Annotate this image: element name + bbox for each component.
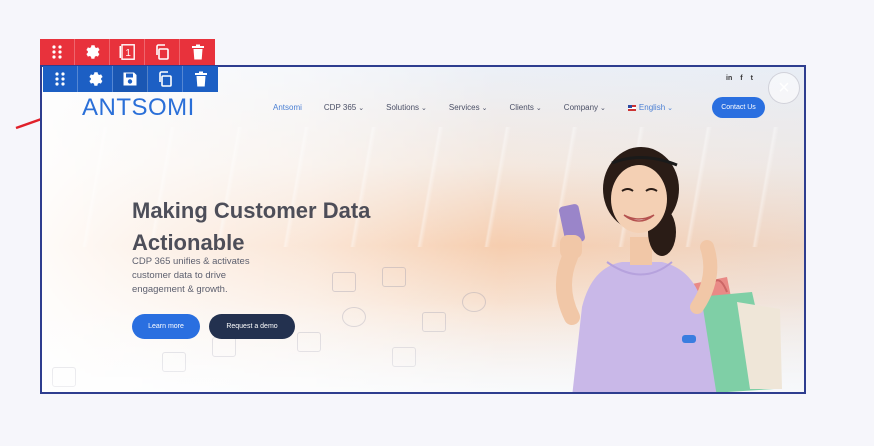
row-toolbar <box>43 66 218 92</box>
chevron-down-icon: ⌄ <box>421 105 427 112</box>
decorative-cart-icon <box>422 312 446 332</box>
nav-item-solutions[interactable]: Solutions ⌄ <box>386 103 427 112</box>
copy-icon[interactable] <box>148 66 183 92</box>
us-flag-icon <box>627 104 636 111</box>
hero-woman-image <box>555 147 782 392</box>
chevron-down-icon: ⌄ <box>481 105 488 112</box>
save-icon[interactable] <box>113 66 148 92</box>
twitter-icon[interactable]: t <box>751 75 753 82</box>
hero-subtext: CDP 365 unifies & activates customer dat… <box>132 256 250 295</box>
request-demo-button[interactable]: Request a demo <box>209 314 295 339</box>
nav-item-services[interactable]: Services ⌄ <box>449 103 488 112</box>
trash-icon[interactable] <box>180 39 215 65</box>
trash-icon[interactable] <box>183 66 218 92</box>
hero-section[interactable]: in f t × ANTSOMI Antsomi CDP 365 ⌄ Soluti… <box>40 65 806 394</box>
chevron-down-icon: ⌄ <box>600 105 606 112</box>
slide-number-label: 1 <box>125 48 131 59</box>
nav-item-antsomi[interactable]: Antsomi <box>273 103 302 112</box>
close-icon[interactable]: × <box>768 72 800 104</box>
decorative-home-icon <box>162 352 186 372</box>
nav-label: Company <box>563 103 599 112</box>
decorative-lock-icon <box>297 332 321 352</box>
slide-number-icon[interactable]: 1 <box>110 39 145 65</box>
nav-label: Antsomi <box>273 103 302 112</box>
learn-more-button[interactable]: Learn more <box>132 314 200 339</box>
nav-label: CDP 365 <box>323 103 357 112</box>
nav-item-cdp365[interactable]: CDP 365 ⌄ <box>324 103 364 112</box>
nav-label: Clients <box>509 103 534 112</box>
section-toolbar: 1 <box>40 39 215 65</box>
nav-item-clients[interactable]: Clients ⌄ <box>509 103 541 112</box>
decorative-gear-icon <box>462 292 486 312</box>
main-nav: Antsomi CDP 365 ⌄ Solutions ⌄ Services ⌄ Cl… <box>273 103 695 112</box>
decorative-screen-icon <box>212 337 236 357</box>
logo[interactable]: ANTSOMI <box>82 94 195 122</box>
nav-item-language[interactable]: English ⌄ <box>627 103 674 112</box>
gear-icon[interactable] <box>75 39 110 65</box>
copy-icon[interactable] <box>145 39 180 65</box>
social-links: in f t <box>726 75 753 82</box>
decorative-doc-icon <box>52 367 76 387</box>
chevron-down-icon: ⌄ <box>535 105 542 112</box>
linkedin-icon[interactable]: in <box>726 75 732 82</box>
nav-label: English <box>638 103 666 112</box>
decorative-circle-icon <box>342 307 366 327</box>
nav-label: Services <box>448 103 480 112</box>
gear-icon[interactable] <box>78 66 113 92</box>
drag-handle-icon[interactable] <box>43 66 78 92</box>
facebook-icon[interactable]: f <box>740 75 742 82</box>
decorative-card-icon <box>392 347 416 367</box>
hero-headline: Making Customer Data Actionable <box>132 198 371 255</box>
chevron-down-icon: ⌄ <box>358 105 365 112</box>
chevron-down-icon: ⌄ <box>667 105 674 112</box>
decorative-chat-icon <box>332 272 356 292</box>
nav-item-company[interactable]: Company ⌄ <box>564 103 606 112</box>
drag-handle-icon[interactable] <box>40 39 75 65</box>
contact-us-button[interactable]: Contact Us <box>712 97 765 118</box>
nav-label: Solutions <box>386 103 420 112</box>
decorative-chart-icon <box>382 267 406 287</box>
